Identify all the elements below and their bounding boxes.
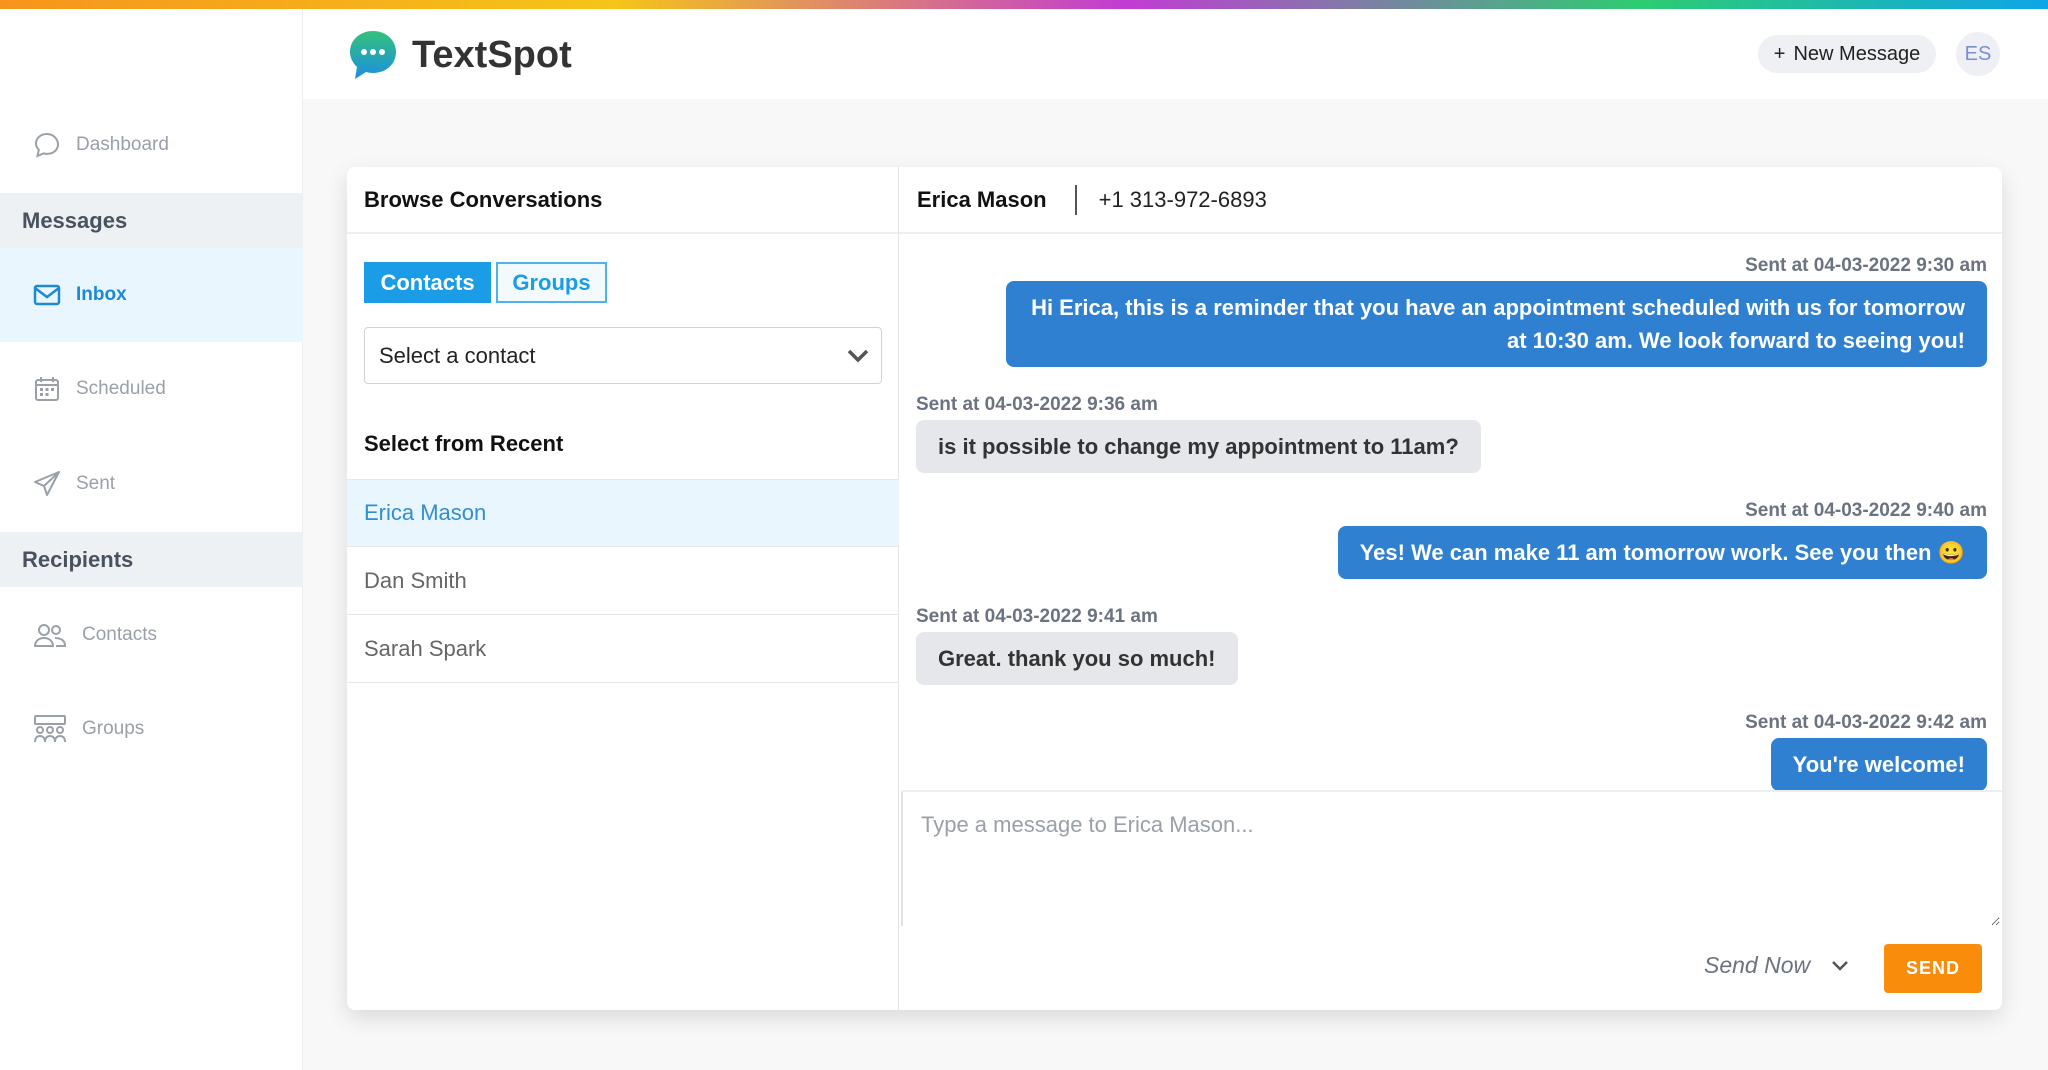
sidebar-item-groups[interactable]: Groups <box>0 711 303 747</box>
sidebar-item-label: Contacts <box>82 624 157 645</box>
chevron-down-icon <box>847 349 869 362</box>
select-value: Select a contact <box>379 342 536 368</box>
recent-list: Erica Mason Dan Smith Sarah Spark <box>347 479 899 683</box>
speech-bubble-logo-icon <box>350 31 396 79</box>
section-messages: Messages <box>0 193 303 248</box>
sidebar-item-label: Groups <box>82 718 145 739</box>
send-mode-select[interactable]: Send Now <box>1704 952 1849 979</box>
envelope-icon <box>33 284 61 306</box>
message-outgoing: Sent at 04-03-2022 9:40 am Yes! We can ma… <box>916 498 1987 579</box>
sidebar-item-label: Sent <box>76 473 116 494</box>
message-outgoing: Sent at 04-03-2022 9:30 am Hi Erica, this… <box>916 253 1987 367</box>
sidebar-item-label: Inbox <box>76 284 127 305</box>
contact-phone: +1 313-972-6893 <box>1098 186 1267 212</box>
message-input[interactable] <box>901 792 2000 926</box>
logo[interactable]: TextSpot <box>346 28 572 82</box>
message-bubble: You're welcome! <box>1770 738 1987 790</box>
message-bubble: Hi Erica, this is a reminder that you ha… <box>1006 281 1987 367</box>
browse-title: Browse Conversations <box>347 167 898 234</box>
message-timestamp: Sent at 04-03-2022 9:42 am <box>1745 712 1987 733</box>
sidebar-item-sent[interactable]: Sent <box>0 466 303 502</box>
users-icon <box>33 624 67 647</box>
message-incoming: Sent at 04-03-2022 9:36 am is it possible… <box>916 392 1987 473</box>
message-timestamp: Sent at 04-03-2022 9:41 am <box>916 606 1158 627</box>
list-item[interactable]: Dan Smith <box>347 547 899 615</box>
chat-panel: Erica Mason +1 313-972-6893 Sent at 04-0… <box>899 167 2002 1010</box>
message-bubble: is it possible to change my appointment … <box>916 420 1481 473</box>
send-button[interactable]: SEND <box>1884 944 1982 993</box>
list-item[interactable]: Erica Mason <box>347 479 899 547</box>
sidebar-item-label: Scheduled <box>76 378 166 399</box>
conversations-card: Browse Conversations Contacts Groups Sel… <box>347 167 2002 1010</box>
tab-groups[interactable]: Groups <box>496 262 607 303</box>
message-timestamp: Sent at 04-03-2022 9:30 am <box>1745 255 1987 276</box>
sidebar: Dashboard Messages Inbox Scheduled Sent … <box>0 9 303 1070</box>
sidebar-item-contacts[interactable]: Contacts <box>0 617 303 653</box>
new-message-label: New Message <box>1793 42 1921 65</box>
top-gradient-bar <box>0 0 2048 9</box>
sidebar-item-scheduled[interactable]: Scheduled <box>0 371 303 407</box>
app-name: TextSpot <box>412 33 572 76</box>
chat-bubble-icon <box>34 132 60 158</box>
message-list[interactable]: Sent at 04-03-2022 9:30 am Hi Erica, this… <box>899 234 2002 790</box>
message-timestamp: Sent at 04-03-2022 9:36 am <box>916 394 1158 415</box>
contact-select[interactable]: Select a contact <box>364 327 882 384</box>
groups-icon <box>34 715 66 743</box>
message-bubble: Yes! We can make 11 am tomorrow work. Se… <box>1337 526 1987 579</box>
chevron-down-icon <box>1832 960 1849 971</box>
send-mode-value: Send Now <box>1704 952 1811 978</box>
message-timestamp: Sent at 04-03-2022 9:40 am <box>1745 500 1987 521</box>
sidebar-item-inbox[interactable]: Inbox <box>0 248 303 342</box>
browse-panel: Browse Conversations Contacts Groups Sel… <box>347 167 899 1010</box>
paper-plane-icon <box>34 471 60 496</box>
message-incoming: Sent at 04-03-2022 9:41 am Great. thank y… <box>916 604 1987 685</box>
tab-contacts[interactable]: Contacts <box>364 262 491 303</box>
section-recipients: Recipients <box>0 532 303 587</box>
new-message-button[interactable]: + New Message <box>1758 35 1936 73</box>
message-bubble: Great. thank you so much! <box>916 632 1238 685</box>
sidebar-item-label: Dashboard <box>76 134 169 155</box>
sidebar-item-dashboard[interactable]: Dashboard <box>0 127 303 163</box>
avatar[interactable]: ES <box>1956 32 2000 76</box>
calendar-icon <box>35 377 59 401</box>
message-outgoing: Sent at 04-03-2022 9:42 am You're welcome… <box>916 710 1987 790</box>
contact-name: Erica Mason <box>917 184 1077 215</box>
plus-icon: + <box>1773 42 1786 65</box>
chat-header: Erica Mason +1 313-972-6893 <box>899 167 2002 234</box>
composer: Send Now SEND <box>901 790 2002 1010</box>
recent-title: Select from Recent <box>364 431 564 456</box>
list-item[interactable]: Sarah Spark <box>347 615 899 683</box>
